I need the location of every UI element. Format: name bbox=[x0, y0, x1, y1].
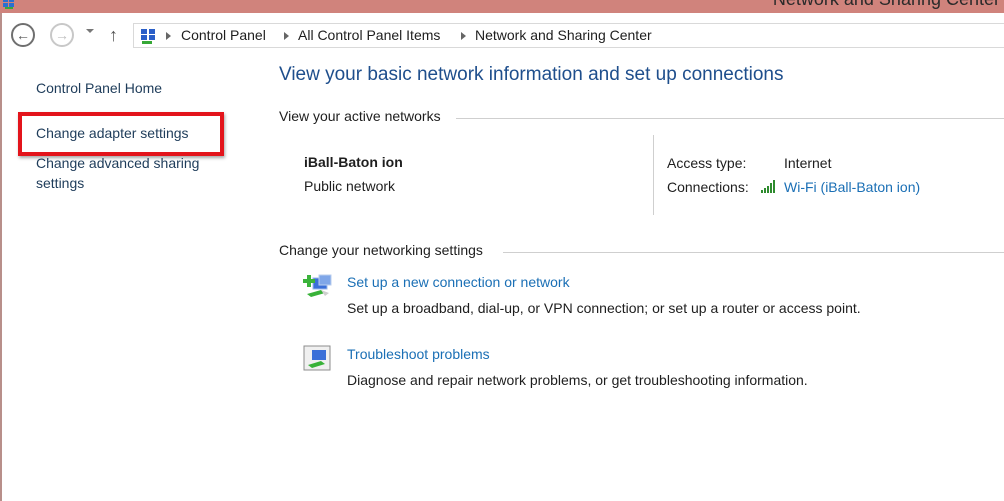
new-connection-icon bbox=[303, 274, 332, 297]
network-type[interactable]: Public network bbox=[304, 178, 395, 194]
up-button[interactable]: ↑ bbox=[109, 25, 118, 46]
section-divider bbox=[503, 252, 1004, 253]
address-bar[interactable]: Control Panel All Control Panel Items Ne… bbox=[133, 23, 1004, 48]
connections-label: Connections: bbox=[667, 179, 749, 195]
back-button[interactable]: ← bbox=[11, 23, 35, 47]
access-type-label: Access type: bbox=[667, 155, 747, 171]
sidebar-item-change-adapter-settings[interactable]: Change adapter settings bbox=[36, 123, 189, 143]
sidebar-item-label: settings bbox=[36, 175, 85, 191]
troubleshoot-problems-link[interactable]: Troubleshoot problems bbox=[347, 346, 490, 362]
network-name: iBall-Baton ion bbox=[304, 154, 403, 170]
window-title: Network and Sharing Center bbox=[773, 0, 1000, 10]
forward-arrow-icon: → bbox=[55, 27, 69, 43]
sidebar-item-control-panel-home[interactable]: Control Panel Home bbox=[36, 78, 162, 98]
forward-button[interactable]: → bbox=[50, 23, 74, 47]
breadcrumb-network-and-sharing-center[interactable]: Network and Sharing Center bbox=[475, 27, 652, 43]
network-icon bbox=[3, 0, 14, 9]
title-bar: Network and Sharing Center bbox=[0, 0, 1004, 13]
recent-locations-dropdown[interactable] bbox=[86, 29, 94, 33]
setup-new-connection-description: Set up a broadband, dial-up, or VPN conn… bbox=[347, 300, 861, 316]
breadcrumb-separator-icon[interactable] bbox=[461, 32, 466, 40]
breadcrumb-all-control-panel-items[interactable]: All Control Panel Items bbox=[298, 27, 440, 43]
breadcrumb-separator-icon[interactable] bbox=[166, 32, 171, 40]
navigation-bar: ← → ↑ Control Panel All Control Panel It… bbox=[2, 13, 1004, 59]
troubleshoot-problems-description: Diagnose and repair network problems, or… bbox=[347, 372, 808, 388]
breadcrumb-separator-icon[interactable] bbox=[284, 32, 289, 40]
wifi-connection-link[interactable]: Wi-Fi (iBall-Baton ion) bbox=[784, 179, 920, 195]
vertical-divider bbox=[653, 135, 654, 215]
up-arrow-icon: ↑ bbox=[109, 25, 118, 45]
section-divider bbox=[456, 118, 1004, 119]
sidebar-item-label: Change advanced sharing bbox=[36, 155, 200, 171]
page-title: View your basic network information and … bbox=[279, 64, 784, 85]
networking-settings-header: Change your networking settings bbox=[279, 242, 483, 258]
setup-new-connection-link[interactable]: Set up a new connection or network bbox=[347, 274, 570, 290]
control-panel-icon bbox=[141, 29, 155, 44]
access-type-value: Internet bbox=[784, 155, 832, 171]
back-arrow-icon: ← bbox=[16, 27, 30, 43]
window-border bbox=[0, 13, 2, 501]
wifi-signal-icon bbox=[761, 180, 775, 193]
troubleshoot-icon bbox=[303, 345, 331, 371]
active-networks-header: View your active networks bbox=[279, 108, 441, 124]
sidebar-item-change-advanced-sharing-settings[interactable]: Change advanced sharing settings bbox=[36, 153, 199, 193]
breadcrumb-control-panel[interactable]: Control Panel bbox=[181, 27, 266, 43]
